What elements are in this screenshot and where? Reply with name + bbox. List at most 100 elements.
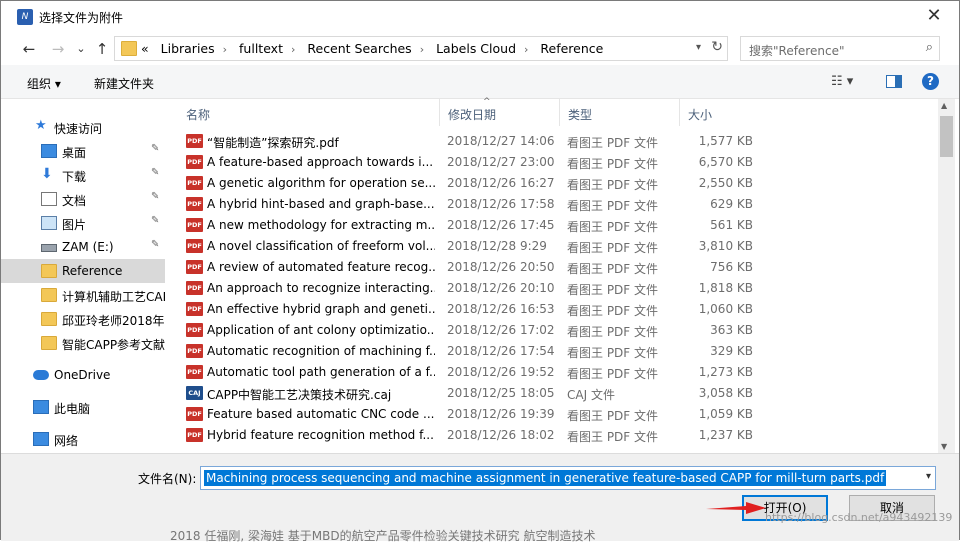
file-date: 2018/12/26 17:54 bbox=[447, 344, 555, 358]
sidebar-item-desktop[interactable]: 桌面 ✎ bbox=[1, 139, 165, 163]
sidebar-item-this-pc[interactable]: 此电脑 bbox=[1, 395, 165, 419]
file-row[interactable]: CAJ CAPP中智能工艺决策技术研究.caj 2018/12/25 18:05 CA… bbox=[178, 383, 938, 404]
search-input[interactable]: 搜索"Reference" ⌕ bbox=[740, 36, 940, 61]
chevron-right-icon: › bbox=[290, 43, 296, 56]
address-bar[interactable]: « Libraries › fulltext › Recent Searches › … bbox=[114, 36, 728, 61]
breadcrumb-overflow[interactable]: « bbox=[141, 41, 149, 56]
sidebar-item-zam-drive[interactable]: ZAM (E:) ✎ bbox=[1, 235, 165, 259]
breadcrumb-reference[interactable]: Reference bbox=[540, 41, 603, 56]
file-name: A feature-based approach towards i... bbox=[207, 155, 434, 169]
sidebar-item-label: 网络 bbox=[54, 434, 79, 448]
file-row[interactable]: PDF A new methodology for extracting m...… bbox=[178, 215, 938, 236]
chevron-down-icon[interactable]: ▾ bbox=[696, 42, 701, 53]
file-type: 看图王 PDF 文件 bbox=[567, 346, 659, 360]
search-placeholder: 搜索"Reference" bbox=[749, 44, 845, 58]
file-name: A new methodology for extracting m... bbox=[207, 218, 435, 232]
background-text: 2018 任福刚, 梁海娃 基于MBD的航空产品零件检验关键技术研究 航空制造技… bbox=[170, 529, 596, 543]
sidebar-item-folder-capp[interactable]: 计算机辅助工艺CAP bbox=[1, 283, 165, 307]
recent-locations-icon[interactable]: ⌄ bbox=[71, 39, 91, 59]
sidebar-item-label: 下载 bbox=[62, 170, 87, 184]
file-row[interactable]: PDF “智能制造”探索研究.pdf 2018/12/27 14:06 看图王 PDF… bbox=[178, 131, 938, 152]
file-row[interactable]: PDF A review of automated feature recog..… bbox=[178, 257, 938, 278]
file-date: 2018/12/26 20:10 bbox=[447, 281, 555, 295]
file-size: 1,059 KB bbox=[698, 407, 753, 421]
pin-icon: ✎ bbox=[151, 215, 160, 226]
pdf-file-icon: PDF bbox=[186, 344, 203, 358]
folder-icon bbox=[41, 312, 57, 326]
file-row[interactable]: PDF Hybrid feature recognition method f..… bbox=[178, 425, 938, 446]
forward-icon[interactable]: → bbox=[48, 39, 68, 59]
breadcrumb-labels-cloud[interactable]: Labels Cloud bbox=[436, 41, 516, 56]
breadcrumb-recent-searches[interactable]: Recent Searches bbox=[307, 41, 411, 56]
file-name: Feature based automatic CNC code ... bbox=[207, 407, 435, 421]
sidebar-item-folder-smart-capp[interactable]: 智能CAPP参考文献 bbox=[1, 331, 165, 355]
file-type: 看图王 PDF 文件 bbox=[567, 409, 659, 423]
file-row[interactable]: PDF A hybrid hint-based and graph-base...… bbox=[178, 194, 938, 215]
network-icon bbox=[33, 432, 49, 446]
file-name: Application of ant colony optimizatio... bbox=[207, 323, 435, 337]
file-type: CAJ 文件 bbox=[567, 388, 615, 402]
sidebar-item-pictures[interactable]: 图片 ✎ bbox=[1, 211, 165, 235]
back-icon[interactable]: ← bbox=[19, 39, 39, 59]
folder-icon bbox=[121, 41, 137, 56]
file-name: A hybrid hint-based and graph-base... bbox=[207, 197, 435, 211]
file-row[interactable]: PDF An approach to recognize interacting.… bbox=[178, 278, 938, 299]
file-row[interactable]: PDF An effective hybrid graph and geneti.… bbox=[178, 299, 938, 320]
file-row[interactable]: PDF A feature-based approach towards i...… bbox=[178, 152, 938, 173]
file-size: 2,550 KB bbox=[698, 176, 753, 190]
file-date: 2018/12/26 16:53 bbox=[447, 302, 555, 316]
file-row[interactable]: PDF A novel classification of freeform vo… bbox=[178, 236, 938, 257]
file-size: 1,273 KB bbox=[698, 365, 753, 379]
breadcrumb-fulltext[interactable]: fulltext bbox=[239, 41, 283, 56]
help-icon[interactable]: ? bbox=[922, 73, 939, 90]
breadcrumb-libraries[interactable]: Libraries bbox=[161, 41, 215, 56]
file-name: Hybrid feature recognition method f... bbox=[207, 428, 434, 442]
pdf-file-icon: PDF bbox=[186, 134, 203, 148]
organize-button[interactable]: 组织 ▾ bbox=[27, 75, 61, 92]
file-size: 1,060 KB bbox=[698, 302, 753, 316]
file-date: 2018/12/26 20:50 bbox=[447, 260, 555, 274]
column-header-type[interactable]: 类型 bbox=[560, 99, 680, 126]
sidebar-item-downloads[interactable]: ⬇ 下载 ✎ bbox=[1, 163, 165, 187]
scroll-up-icon[interactable]: ▲ bbox=[941, 101, 947, 110]
refresh-icon[interactable]: ↻ bbox=[711, 39, 723, 55]
new-folder-button[interactable]: 新建文件夹 bbox=[94, 75, 154, 92]
folder-icon bbox=[41, 264, 57, 278]
sidebar-item-label: 图片 bbox=[62, 218, 87, 232]
file-row[interactable]: PDF A genetic algorithm for operation se.… bbox=[178, 173, 938, 194]
chevron-down-icon[interactable]: ▾ bbox=[926, 471, 931, 482]
vertical-scrollbar[interactable]: ▲ ▼ bbox=[938, 99, 955, 453]
close-button[interactable]: ✕ bbox=[919, 5, 949, 29]
sidebar-item-network[interactable]: 网络 bbox=[1, 427, 165, 451]
sidebar-item-quick-access[interactable]: ★ 快速访问 bbox=[1, 115, 165, 139]
file-row[interactable]: PDF Feature based automatic CNC code ... 2… bbox=[178, 404, 938, 425]
sidebar-item-reference[interactable]: Reference bbox=[1, 259, 165, 283]
file-row[interactable]: PDF Automatic recognition of machining f.… bbox=[178, 341, 938, 362]
file-type: 看图王 PDF 文件 bbox=[567, 325, 659, 339]
filename-field[interactable]: Machining process sequencing and machine… bbox=[200, 466, 936, 490]
view-options-icon[interactable]: ☷ ▾ bbox=[831, 74, 853, 89]
sidebar-item-label: ZAM (E:) bbox=[62, 240, 114, 254]
file-date: 2018/12/28 9:29 bbox=[447, 239, 547, 253]
up-icon[interactable]: ↑ bbox=[92, 39, 112, 59]
chevron-right-icon: › bbox=[222, 43, 228, 56]
preview-pane-icon[interactable] bbox=[886, 75, 902, 88]
file-date: 2018/12/27 14:06 bbox=[447, 134, 555, 148]
column-header-date[interactable]: 修改日期 bbox=[440, 99, 560, 126]
scrollbar-thumb[interactable] bbox=[940, 116, 953, 157]
scroll-down-icon[interactable]: ▼ bbox=[941, 442, 947, 451]
sidebar-item-documents[interactable]: 文档 ✎ bbox=[1, 187, 165, 211]
column-header-size[interactable]: 大小 bbox=[680, 99, 760, 126]
file-size: 1,237 KB bbox=[698, 428, 753, 442]
column-header-name[interactable]: 名称 bbox=[178, 99, 440, 126]
file-row[interactable]: PDF Application of ant colony optimizatio… bbox=[178, 320, 938, 341]
file-size: 3,058 KB bbox=[698, 386, 753, 400]
file-row[interactable]: PDF Automatic tool path generation of a f… bbox=[178, 362, 938, 383]
sidebar-item-folder-qiu[interactable]: 邱亚玲老师2018年 bbox=[1, 307, 165, 331]
sidebar-item-onedrive[interactable]: OneDrive bbox=[1, 363, 165, 387]
pdf-file-icon: PDF bbox=[186, 197, 203, 211]
pdf-file-icon: PDF bbox=[186, 239, 203, 253]
file-date: 2018/12/26 16:27 bbox=[447, 176, 555, 190]
file-size: 1,818 KB bbox=[698, 281, 753, 295]
onedrive-icon bbox=[33, 370, 49, 380]
